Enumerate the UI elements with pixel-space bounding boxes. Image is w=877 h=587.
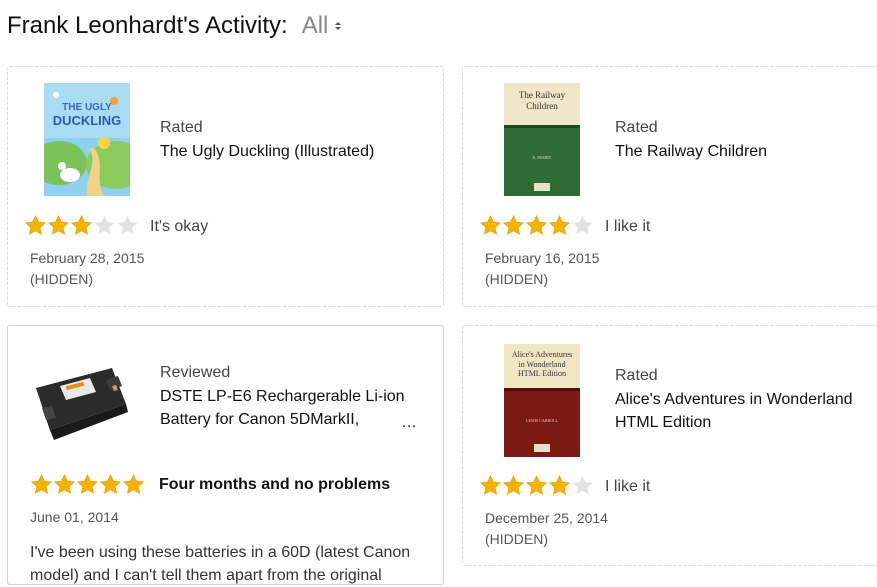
star-filled-icon: [47, 215, 70, 235]
cover-title: The Railway Children: [518, 90, 566, 111]
cover-author: LEWIS CARROLL: [526, 418, 558, 423]
activity-date: June 01, 2014: [30, 509, 119, 525]
item-title-link[interactable]: DSTE LP-E6 Rechargerable Li-ion: [160, 385, 405, 408]
star-empty-icon: [572, 475, 593, 495]
star-filled-icon: [525, 215, 548, 235]
item-title-link-continued[interactable]: HTML Edition: [615, 411, 711, 434]
cover-text-bottom: DUCKLING: [53, 113, 122, 128]
star-filled-icon: [479, 475, 502, 495]
star-filled-icon: [76, 474, 99, 494]
activity-date: February 16, 2015: [485, 250, 600, 266]
star-filled-icon: [502, 215, 525, 235]
star-filled-icon: [479, 215, 502, 235]
cover-author: E. NESBIT: [533, 155, 552, 160]
activity-date: February 28, 2015: [30, 250, 145, 266]
star-filled-icon: [525, 475, 548, 495]
review-body-text-continued: model) and I can't tell them apart from …: [30, 567, 382, 584]
book-cover-image[interactable]: The Railway Children E. NESBIT: [504, 83, 580, 196]
activity-action-label: Rated: [615, 367, 658, 384]
item-title-link-continued[interactable]: Battery for Canon 5DMarkII,: [160, 408, 359, 431]
visibility-tag: (HIDDEN): [30, 271, 93, 287]
filter-selected-value[interactable]: All: [302, 12, 329, 40]
cover-text-top: THE UGLY: [62, 102, 112, 113]
star-filled-icon: [30, 474, 53, 494]
star-rating: [30, 473, 145, 496]
star-rating: [479, 214, 594, 237]
visibility-tag: (HIDDEN): [485, 531, 548, 547]
book-cover-image[interactable]: THE UGLY DUCKLING: [31, 83, 146, 196]
star-filled-icon: [548, 475, 571, 495]
activity-date: December 25, 2014: [485, 510, 608, 526]
book-cover-image[interactable]: Alice's Adventures in Wonderland HTML Ed…: [504, 344, 580, 457]
product-image[interactable]: [30, 360, 130, 446]
page-title: Frank Leonhardt's Activity:: [7, 12, 288, 39]
star-filled-icon: [122, 474, 145, 494]
star-filled-icon: [70, 215, 93, 235]
review-body-text: I've been using these batteries in a 60D…: [30, 544, 411, 561]
activity-card: THE UGLY DUCKLING Rated The Ugly Ducklin…: [7, 66, 444, 307]
activity-action-label: Rated: [615, 119, 658, 136]
sort-caret-icon[interactable]: [335, 22, 342, 30]
activity-card: The Railway Children E. NESBIT Rated The…: [462, 66, 877, 307]
star-empty-icon: [117, 215, 138, 235]
rating-text: I like it: [605, 218, 651, 235]
visibility-tag: (HIDDEN): [485, 271, 548, 287]
star-empty-icon: [572, 215, 593, 235]
star-filled-icon: [502, 475, 525, 495]
star-filled-icon: [99, 474, 122, 494]
activity-header: Frank Leonhardt's Activity: All: [7, 8, 342, 44]
item-title-link[interactable]: The Railway Children: [615, 140, 767, 163]
activity-action-label: Reviewed: [160, 364, 231, 381]
activity-card: Alice's Adventures in Wonderland HTML Ed…: [462, 325, 877, 566]
activity-filter-dropdown[interactable]: All: [302, 12, 342, 40]
cover-title: Alice's Adventures in Wonderland HTML Ed…: [511, 350, 573, 378]
star-filled-icon: [53, 474, 76, 494]
star-filled-icon: [24, 215, 47, 235]
review-card: Reviewed DSTE LP-E6 Rechargerable Li-ion…: [7, 325, 444, 585]
item-title-link[interactable]: Alice's Adventures in Wonderland: [615, 388, 853, 411]
star-rating: [479, 474, 594, 497]
star-filled-icon: [548, 215, 571, 235]
star-rating: [24, 214, 139, 237]
star-empty-icon: [94, 215, 115, 235]
review-title[interactable]: Four months and no problems: [159, 476, 390, 494]
rating-text: It's okay: [150, 218, 209, 235]
title-truncation-ellipsis: …: [401, 414, 417, 431]
activity-action-label: Rated: [160, 119, 203, 136]
rating-text: I like it: [605, 478, 651, 495]
item-title-link[interactable]: The Ugly Duckling (Illustrated): [160, 140, 374, 163]
